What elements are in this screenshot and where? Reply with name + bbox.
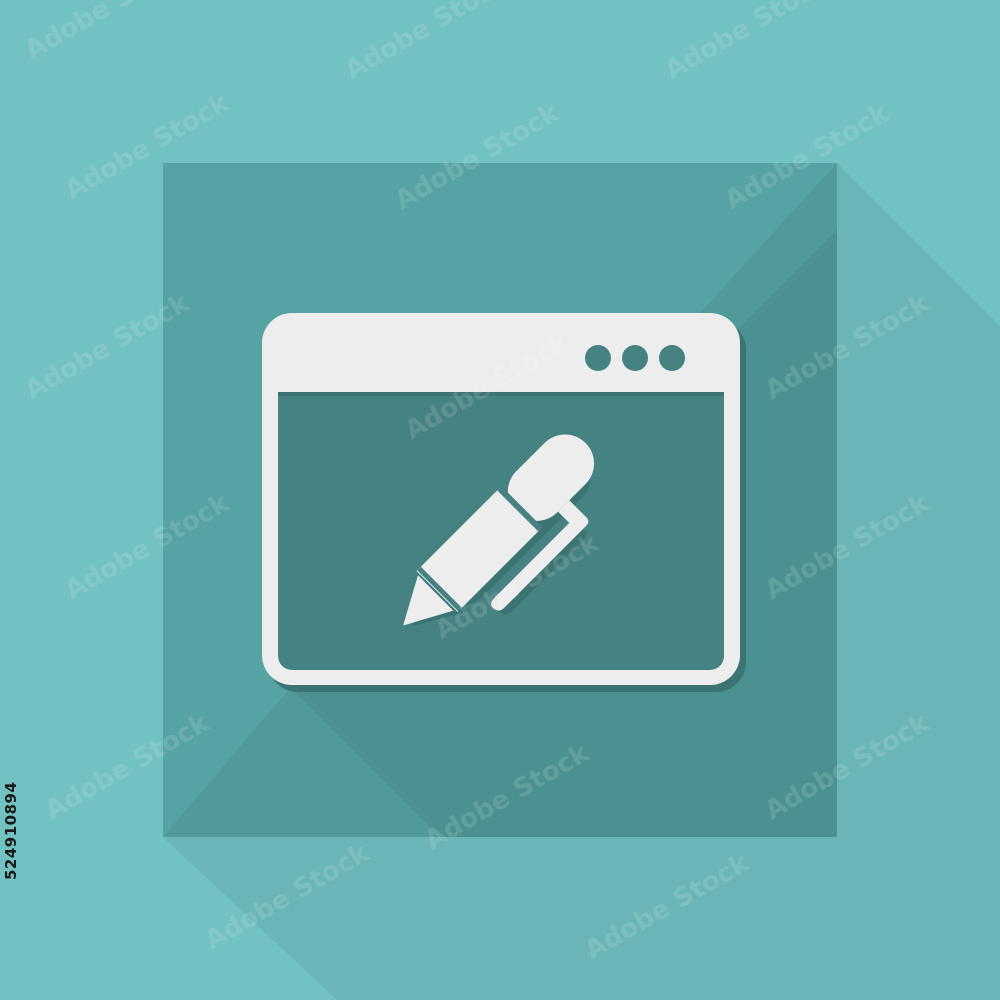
icon-illustration bbox=[0, 0, 1000, 1000]
title-bar-divider bbox=[278, 392, 724, 396]
stock-id-label: 524910894 bbox=[2, 782, 22, 880]
three-dots-icon bbox=[585, 345, 685, 371]
